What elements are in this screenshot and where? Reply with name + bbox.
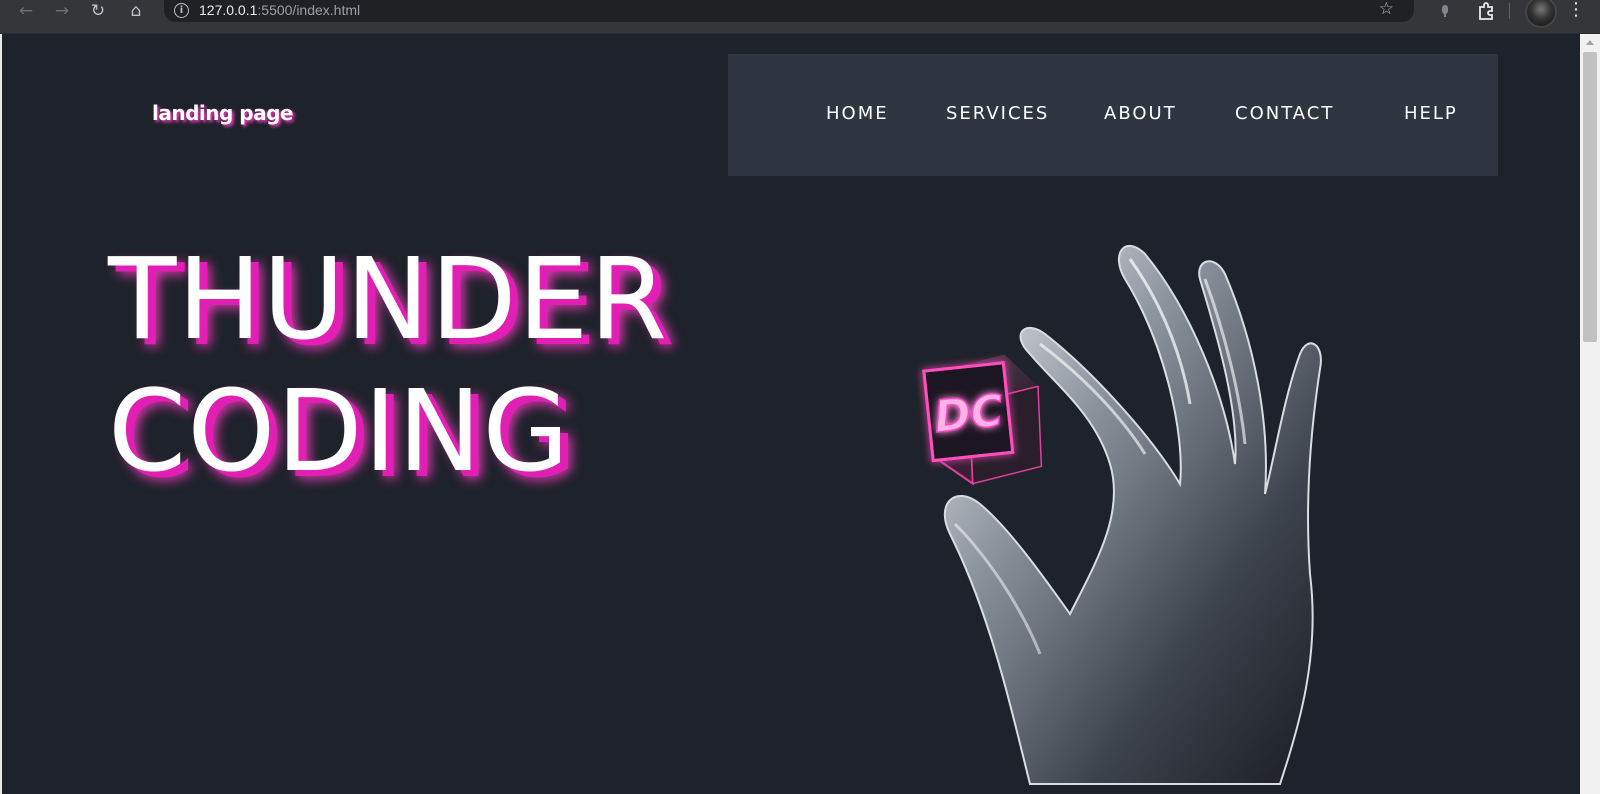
hero-title-line-2: CODING	[108, 367, 571, 497]
nav-home[interactable]: HOME	[826, 103, 889, 124]
nav-services[interactable]: SERVICES	[946, 103, 1049, 124]
nav-about[interactable]: ABOUT	[1104, 103, 1177, 124]
url-text[interactable]: 127.0.0.1:5500/index.html	[199, 2, 360, 18]
cube-logo-text: DC	[932, 385, 1006, 443]
url-host: 127.0.0.1	[199, 2, 258, 18]
star-icon[interactable]: ☆	[1379, 0, 1394, 19]
page-viewport: landing page HOME SERVICES ABOUT CONTACT…	[0, 34, 1580, 794]
hero-title-line-1: THUNDER	[108, 235, 669, 365]
hero-title: THUNDER CODING	[108, 234, 668, 498]
scrollbar-thumb[interactable]	[1583, 52, 1597, 342]
reload-icon[interactable]: ↻	[84, 0, 112, 22]
scroll-up-arrow-icon[interactable]	[1586, 40, 1594, 45]
hand-palm-shape	[943, 244, 1322, 785]
kebab-menu-icon[interactable]: ⋮	[1566, 0, 1586, 22]
toolbar-separator	[1509, 3, 1510, 19]
forward-icon[interactable]: →	[48, 0, 76, 22]
browser-toolbar: ← → ↻ ⌂ i 127.0.0.1:5500/index.html ☆ ⋮	[0, 0, 1600, 34]
profile-avatar[interactable]	[1525, 0, 1557, 28]
main-navbar: HOME SERVICES ABOUT CONTACT HELP	[728, 54, 1498, 176]
nav-help[interactable]: HELP	[1404, 103, 1458, 124]
home-icon[interactable]: ⌂	[122, 0, 150, 22]
address-bar[interactable]: i 127.0.0.1:5500/index.html ☆	[164, 0, 1414, 22]
glowing-cube: DC	[922, 354, 1043, 486]
puzzle-icon[interactable]	[1474, 0, 1498, 22]
vertical-scrollbar[interactable]	[1580, 34, 1600, 794]
nav-contact[interactable]: CONTACT	[1235, 103, 1334, 124]
url-path: :5500/index.html	[257, 2, 361, 18]
extension-pin-icon[interactable]	[1433, 0, 1457, 22]
site-logo[interactable]: landing page	[152, 101, 293, 125]
info-icon[interactable]: i	[174, 3, 189, 18]
viewport-edge	[0, 34, 2, 794]
back-icon[interactable]: ←	[12, 0, 40, 22]
hand-holding-cube-image: DC	[922, 244, 1322, 785]
